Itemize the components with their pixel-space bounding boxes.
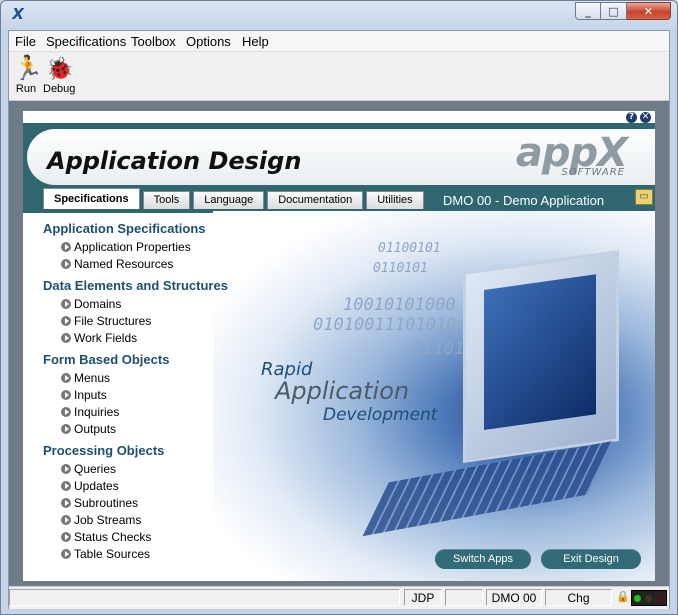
nav-job-streams[interactable]: Job Streams — [43, 513, 263, 530]
arrow-bullet-icon — [61, 242, 71, 252]
nav-domains[interactable]: Domains — [43, 297, 263, 314]
maximize-button[interactable]: □ — [601, 2, 627, 20]
nav-queries[interactable]: Queries — [43, 462, 263, 479]
exit-design-button[interactable]: Exit Design — [541, 549, 641, 569]
arrow-bullet-icon — [61, 424, 71, 434]
status-bar: JDP DMO 00 Chg 🔒 — [9, 586, 669, 609]
arrow-bullet-icon — [61, 515, 71, 525]
tab-utilities[interactable]: Utilities — [366, 191, 424, 209]
tab-bar: Specifications Tools Language Documentat… — [43, 187, 427, 209]
rapid-development-artwork: 01100101 0110101 10010101000 01010011101… — [213, 211, 655, 581]
nav-inquiries[interactable]: Inquiries — [43, 405, 263, 422]
help-icon[interactable]: ? — [626, 112, 637, 123]
nav-status-checks[interactable]: Status Checks — [43, 530, 263, 547]
run-label: Run — [15, 83, 37, 95]
panel-top-strip — [23, 111, 655, 121]
status-message — [9, 589, 400, 606]
binary-text: 01010011101010 — [313, 315, 457, 335]
red-light-icon — [656, 594, 664, 602]
design-panel: ? ✕ Application Design appX SOFTWARE Spe… — [23, 111, 655, 581]
menu-toolbox[interactable]: Toolbox — [131, 34, 176, 49]
debug-label: Debug — [43, 83, 76, 95]
arrow-bullet-icon — [61, 373, 71, 383]
tagline-application: Application — [275, 377, 410, 405]
menu-specifications[interactable]: Specifications — [46, 34, 126, 49]
nav-subroutines[interactable]: Subroutines — [43, 496, 263, 513]
minimize-button[interactable]: _ — [575, 2, 601, 20]
status-application: DMO 00 — [486, 589, 542, 606]
arrow-bullet-icon — [61, 333, 71, 343]
green-light-icon — [634, 594, 642, 602]
arrow-bullet-icon — [61, 481, 71, 491]
status-spacer — [445, 589, 483, 606]
arrow-bullet-icon — [61, 390, 71, 400]
binary-text: 10010101000 — [343, 295, 456, 315]
run-icon: 🏃 — [13, 55, 43, 82]
client-area: File Specifications Toolbox Options Help… — [8, 30, 670, 609]
nav-table-sources[interactable]: Table Sources — [43, 547, 263, 564]
nav-named-resources[interactable]: Named Resources — [43, 257, 263, 274]
status-user: JDP — [404, 589, 442, 606]
bug-icon: 🐞 — [46, 56, 74, 81]
arrow-bullet-icon — [61, 498, 71, 508]
appx-icon[interactable]: X — [9, 5, 27, 23]
monitor-illustration — [463, 250, 619, 463]
status-mode: Chg — [545, 589, 612, 606]
lock-icon: 🔒 — [616, 591, 630, 603]
menu-bar: File Specifications Toolbox Options Help — [9, 31, 669, 52]
menu-file[interactable]: File — [15, 34, 36, 49]
section-processing-objects: Processing Objects — [43, 443, 165, 458]
nav-work-fields[interactable]: Work Fields — [43, 331, 263, 348]
section-data-elements: Data Elements and Structures — [43, 278, 228, 293]
yellow-light-icon — [645, 594, 653, 602]
section-form-based-objects: Form Based Objects — [43, 352, 170, 367]
nav-file-structures[interactable]: File Structures — [43, 314, 263, 331]
folder-icon[interactable]: ▭ — [635, 189, 653, 205]
binary-text: 01100101 — [378, 241, 441, 256]
arrow-bullet-icon — [61, 299, 71, 309]
nav-outputs[interactable]: Outputs — [43, 422, 263, 439]
section-application-specifications: Application Specifications — [43, 221, 206, 236]
arrow-bullet-icon — [61, 407, 71, 417]
specification-nav: Application Specifications Application P… — [43, 221, 263, 564]
toolbar: 🏃 Run 🐞 Debug — [9, 52, 669, 101]
window-controls: _ □ ✕ — [575, 2, 671, 20]
arrow-bullet-icon — [61, 316, 71, 326]
header-title-area: Application Design appX SOFTWARE — [27, 129, 655, 185]
nav-menus[interactable]: Menus — [43, 371, 263, 388]
header-band: Application Design appX SOFTWARE Specifi… — [23, 123, 655, 213]
close-icon[interactable]: ✕ — [640, 112, 651, 123]
appx-logo-subtitle: SOFTWARE — [561, 167, 625, 178]
switch-apps-button[interactable]: Switch Apps — [435, 549, 531, 569]
debug-button[interactable]: 🐞 Debug — [43, 56, 75, 95]
binary-text: 0110101 — [373, 261, 428, 276]
menu-help[interactable]: Help — [242, 34, 269, 49]
menu-options[interactable]: Options — [186, 34, 231, 49]
application-window: X _ □ ✕ File Specifications Toolbox Opti… — [0, 0, 678, 615]
tab-language[interactable]: Language — [193, 191, 265, 209]
close-window-button[interactable]: ✕ — [627, 2, 671, 20]
content-area: ? ✕ Application Design appX SOFTWARE Spe… — [9, 101, 669, 586]
tagline-development: Development — [323, 405, 438, 425]
arrow-bullet-icon — [61, 464, 71, 474]
title-bar[interactable]: X _ □ ✕ — [1, 1, 677, 29]
arrow-bullet-icon — [61, 549, 71, 559]
nav-inputs[interactable]: Inputs — [43, 388, 263, 405]
monitor-screen — [484, 274, 596, 431]
run-button[interactable]: 🏃 Run — [13, 55, 43, 96]
nav-application-properties[interactable]: Application Properties — [43, 240, 263, 257]
tab-tools[interactable]: Tools — [142, 191, 191, 209]
arrow-bullet-icon — [61, 259, 71, 269]
page-title: Application Design — [47, 147, 302, 175]
arrow-bullet-icon — [61, 532, 71, 542]
tab-documentation[interactable]: Documentation — [267, 191, 364, 209]
tab-specifications[interactable]: Specifications — [43, 188, 140, 209]
current-application: DMO 00 - Demo Application — [443, 193, 605, 208]
status-lights — [631, 590, 667, 606]
nav-updates[interactable]: Updates — [43, 479, 263, 496]
